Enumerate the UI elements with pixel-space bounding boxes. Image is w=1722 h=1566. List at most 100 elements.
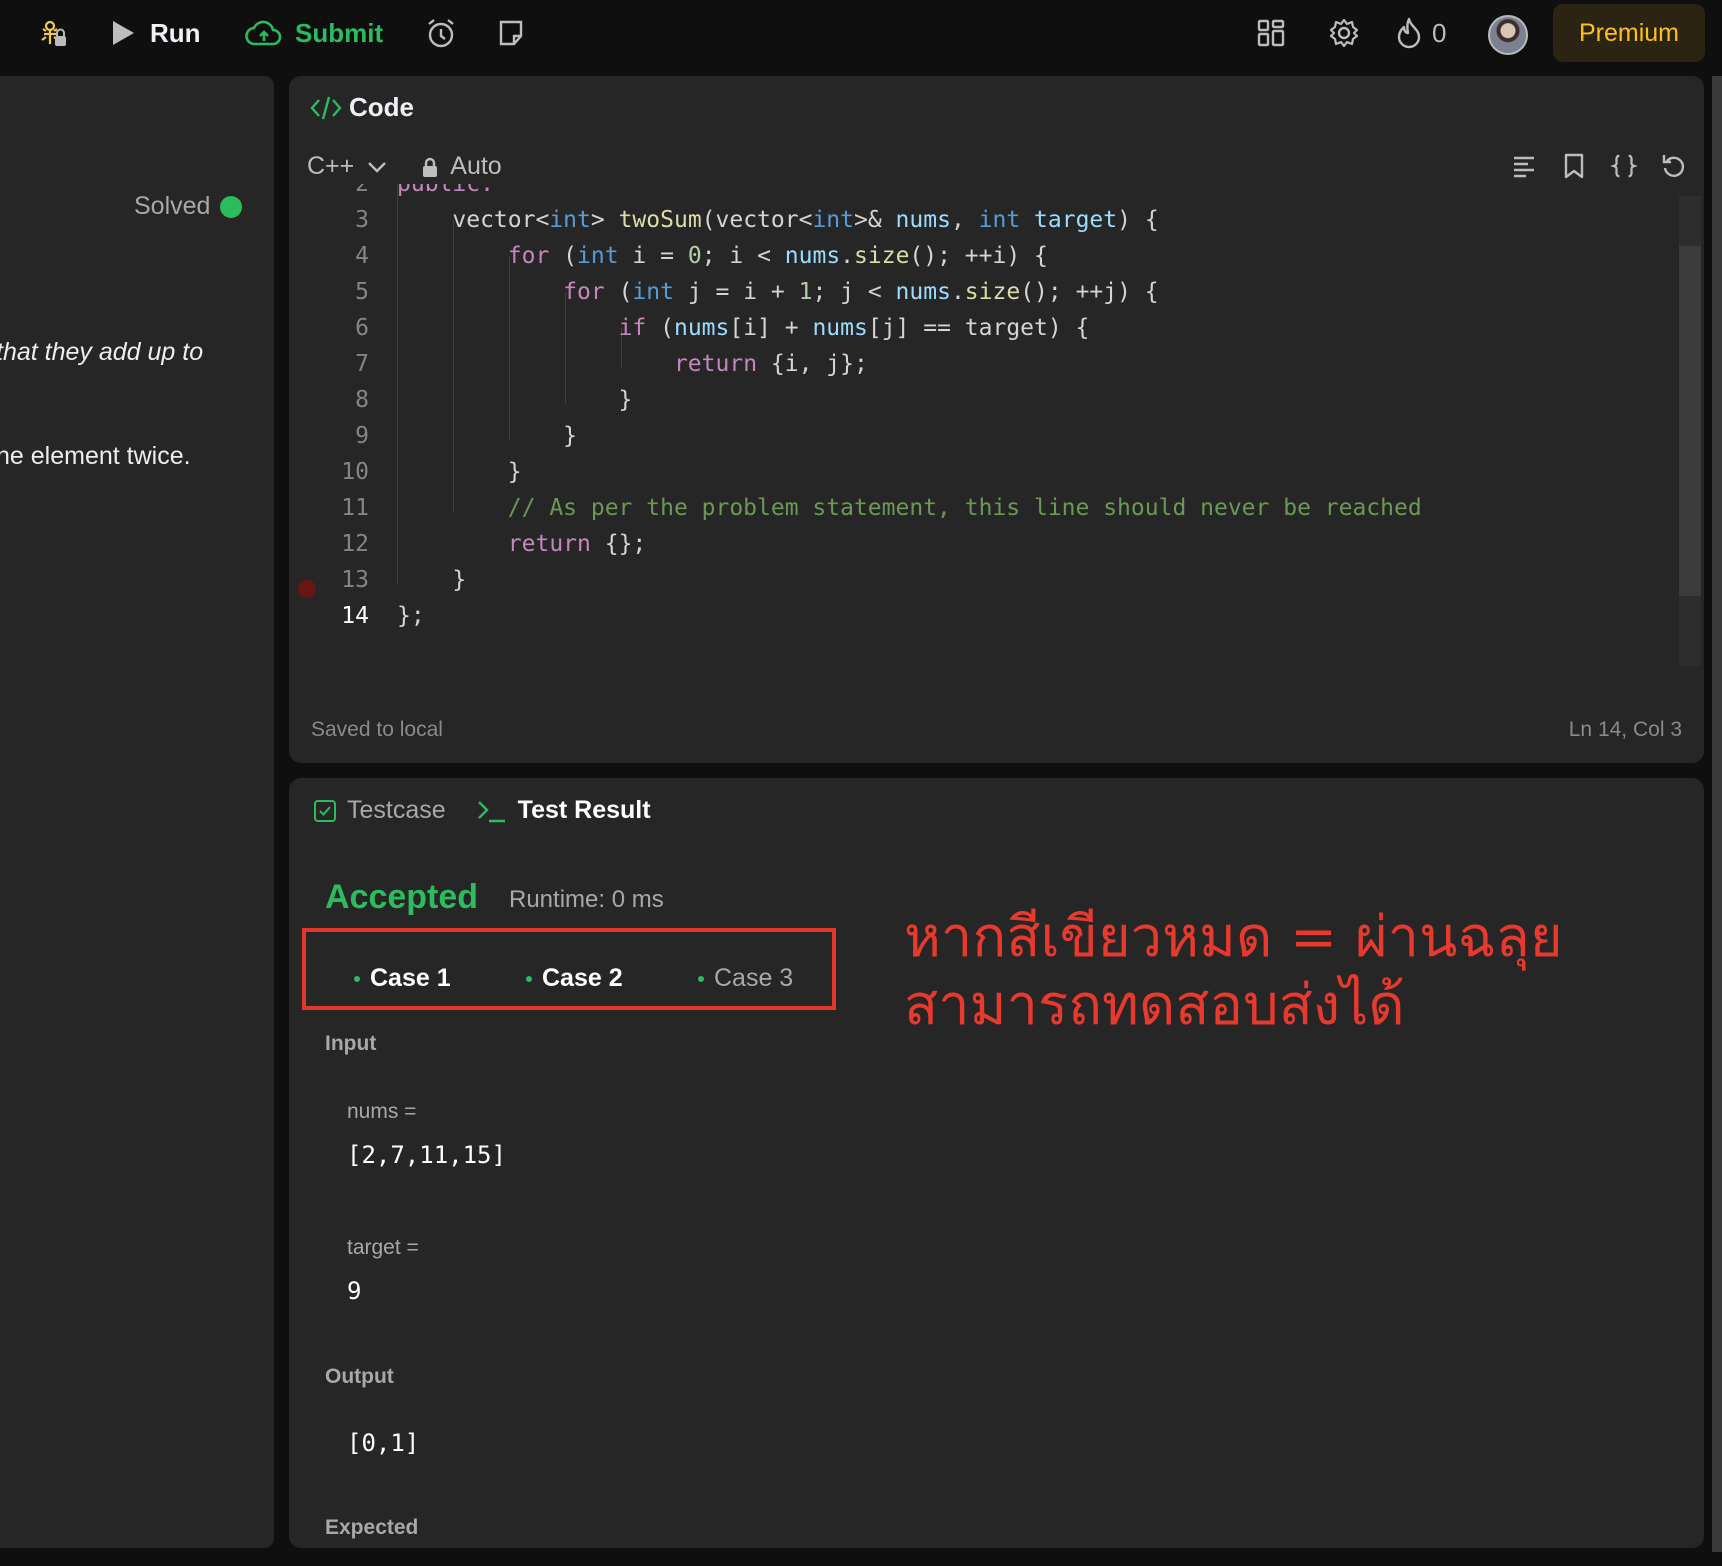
tab-test-result-label: Test Result xyxy=(517,796,651,824)
code-line[interactable]: 13 } xyxy=(289,562,1704,598)
case-label: Case 2 xyxy=(542,964,623,992)
code-line[interactable]: 2 public: xyxy=(289,184,1704,202)
submit-label: Submit xyxy=(295,17,384,48)
code-line[interactable]: 7 return {i, j}; xyxy=(289,346,1704,382)
line-number: 10 xyxy=(341,459,369,485)
save-status: Saved to local xyxy=(311,718,443,741)
line-number: 9 xyxy=(355,423,369,449)
bottom-strip xyxy=(0,1552,1722,1566)
layout-grid-icon[interactable] xyxy=(1256,0,1286,66)
code-text: } xyxy=(397,387,633,413)
flame-icon xyxy=(1397,17,1421,49)
gear-icon[interactable] xyxy=(1328,0,1360,66)
code-line[interactable]: 10 } xyxy=(289,454,1704,490)
code-line[interactable]: 8 } xyxy=(289,382,1704,418)
code-text: // As per the problem statement, this li… xyxy=(507,495,1422,521)
line-number: 12 xyxy=(341,531,369,557)
output-value: [0,1] xyxy=(347,1429,420,1457)
description-text: ne element twice. xyxy=(0,442,191,470)
target-value: 9 xyxy=(347,1277,362,1305)
solved-status: Solved xyxy=(134,192,243,221)
bookmark-icon[interactable] xyxy=(1560,152,1588,180)
editor-scrollbar-thumb[interactable] xyxy=(1679,246,1701,596)
case-tab-3[interactable]: Case 3 xyxy=(698,964,793,993)
pass-dot xyxy=(526,975,532,982)
run-button[interactable]: Run xyxy=(110,0,201,66)
code-text: for (int i = 0; i < nums.size(); ++i) { xyxy=(507,243,1048,269)
note-icon[interactable] xyxy=(496,0,526,66)
code-text: for (int j = i + 1; j < nums.size(); ++j… xyxy=(563,279,1159,305)
format-icon[interactable] xyxy=(1510,152,1538,180)
description-panel: Solved that they add up to ne element tw… xyxy=(0,76,274,1548)
output-title: Output xyxy=(325,1365,394,1388)
nums-value: [2,7,11,15] xyxy=(347,1141,506,1169)
input-title: Input xyxy=(325,1032,377,1055)
streak-count: 0 xyxy=(1432,17,1447,48)
pass-dot xyxy=(698,975,704,982)
code-text: vector<int> twoSum(vector<int>& nums, in… xyxy=(397,207,1159,233)
play-icon xyxy=(113,21,134,45)
chevron-down-icon[interactable] xyxy=(364,157,390,177)
code-text: if (nums[i] + nums[j] == target) { xyxy=(618,315,1090,341)
annotation-text: หากสีเขียวหมด = ผ่านฉลุย สามารถทดสอบส่งไ… xyxy=(904,904,1694,1040)
solved-label: Solved xyxy=(134,192,211,220)
line-number: 7 xyxy=(355,351,369,377)
premium-button[interactable]: Premium xyxy=(1553,4,1705,62)
editor-toolbar: C++ Auto xyxy=(307,152,502,181)
top-bar: Run Submit 0 Premium xyxy=(0,0,1722,76)
test-result-panel: Testcase Test Result Accepted Runtime: 0… xyxy=(289,778,1704,1548)
lock-icon xyxy=(423,157,438,177)
autocomplete-mode[interactable]: Auto xyxy=(450,152,501,181)
code-text: return {}; xyxy=(507,531,647,557)
avatar[interactable] xyxy=(1488,15,1528,55)
case-label: Case 3 xyxy=(714,964,794,992)
debug-icon[interactable] xyxy=(36,0,70,66)
case-tabs-highlight-box: Case 1 Case 2 Case 3 xyxy=(302,928,836,1010)
code-line[interactable]: 14}; xyxy=(289,598,1704,634)
description-text: that they add up to xyxy=(0,338,204,366)
streak-counter[interactable]: 0 xyxy=(1396,0,1446,66)
code-line[interactable]: 5 for (int j = i + 1; j < nums.size(); +… xyxy=(289,274,1704,310)
code-panel: Code C++ Auto 2 public: 3 vector<int> twoS… xyxy=(289,76,1704,763)
cursor-position: Ln 14, Col 3 xyxy=(1568,718,1682,741)
code-panel-title: Code xyxy=(349,92,414,122)
runtime-text: Runtime: 0 ms xyxy=(509,886,664,913)
window-edge xyxy=(1712,76,1722,1566)
terminal-icon xyxy=(477,800,505,822)
tab-test-result[interactable]: Test Result xyxy=(476,796,651,825)
alarm-clock-icon[interactable] xyxy=(425,0,457,66)
case-tab-2[interactable]: Case 2 xyxy=(526,964,623,993)
code-line[interactable]: 6 if (nums[i] + nums[j] == target) { xyxy=(289,310,1704,346)
code-text: } xyxy=(397,567,467,593)
run-label: Run xyxy=(150,17,201,48)
annotation-line: สามารถทดสอบส่งได้ xyxy=(904,973,1405,1038)
tab-testcase[interactable]: Testcase xyxy=(313,796,446,825)
line-number: 11 xyxy=(341,495,369,521)
code-line[interactable]: 11 // As per the problem statement, this… xyxy=(289,490,1704,526)
code-panel-header: Code xyxy=(309,92,414,123)
result-status: Accepted xyxy=(325,878,479,916)
checkbox-icon xyxy=(314,799,336,822)
code-editor[interactable]: 2 public: 3 vector<int> twoSum(vector<int>… xyxy=(289,184,1704,654)
case-tab-1[interactable]: Case 1 xyxy=(354,964,451,993)
reset-icon[interactable] xyxy=(1660,152,1688,180)
line-number: 6 xyxy=(355,315,369,341)
code-text: } xyxy=(397,459,522,485)
nums-label: nums = xyxy=(347,1100,417,1123)
language-select[interactable]: C++ xyxy=(307,152,354,181)
target-label: target = xyxy=(347,1236,419,1259)
code-line[interactable]: 9 } xyxy=(289,418,1704,454)
line-number: 3 xyxy=(355,207,369,233)
code-line[interactable]: 4 for (int i = 0; i < nums.size(); ++i) … xyxy=(289,238,1704,274)
code-text: }; xyxy=(397,603,425,629)
submit-button[interactable]: Submit xyxy=(245,0,383,66)
pass-dot xyxy=(354,975,360,982)
line-number: 8 xyxy=(355,387,369,413)
code-line[interactable]: 12 return {}; xyxy=(289,526,1704,562)
editor-actions xyxy=(1510,152,1688,180)
code-text: return {i, j}; xyxy=(673,351,868,377)
braces-icon[interactable] xyxy=(1610,152,1638,180)
code-line[interactable]: 3 vector<int> twoSum(vector<int>& nums, … xyxy=(289,202,1704,238)
code-text: } xyxy=(397,423,578,449)
line-number: 4 xyxy=(355,243,369,269)
